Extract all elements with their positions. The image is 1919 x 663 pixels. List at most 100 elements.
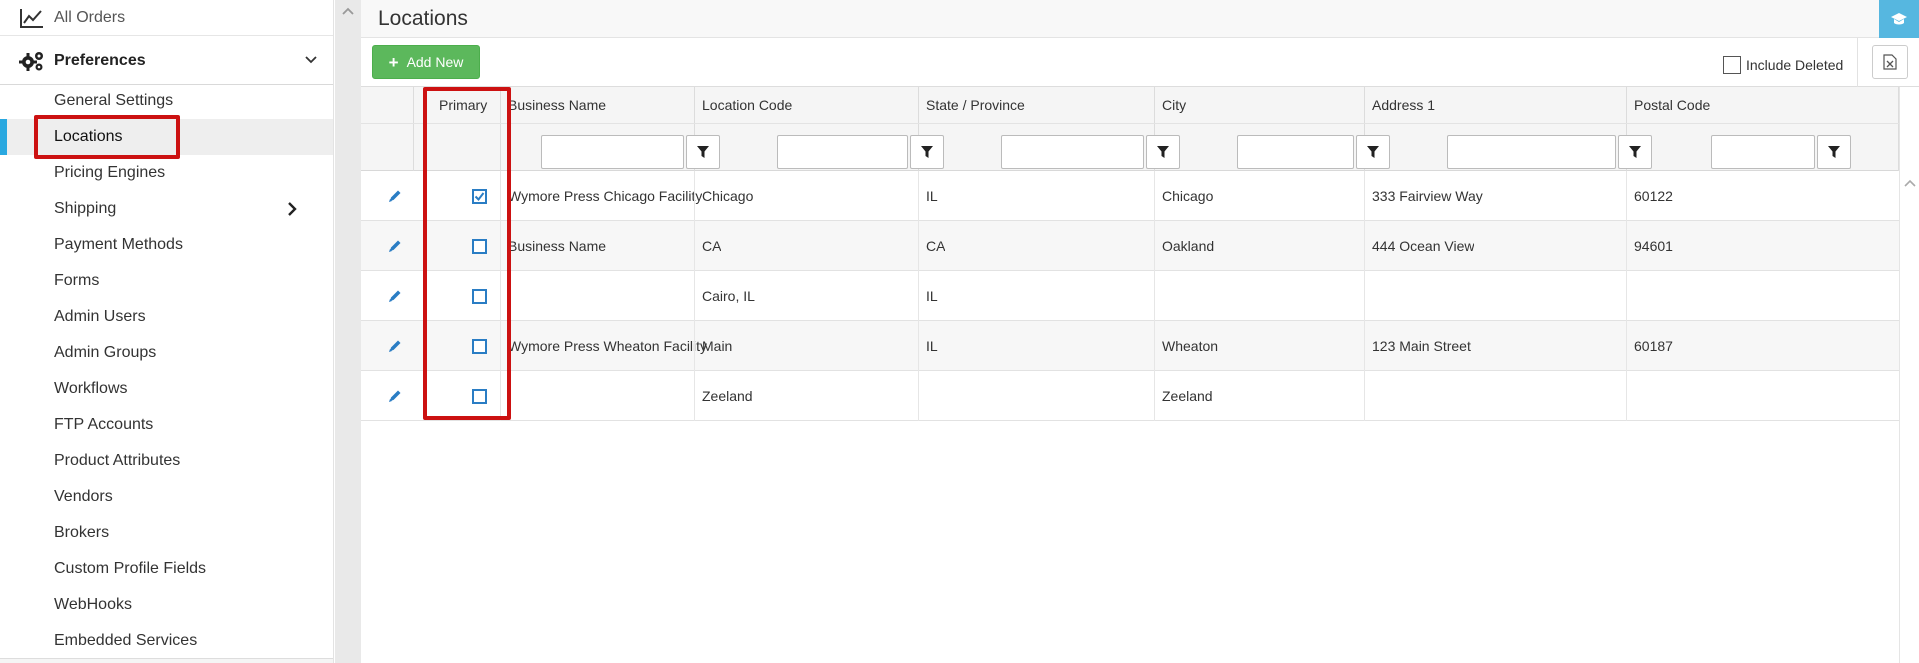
cell-divider xyxy=(1364,221,1365,271)
table-row[interactable]: Cairo, IL IL xyxy=(361,271,1899,321)
cell-divider xyxy=(1626,271,1627,321)
sidebar-item-label: Brokers xyxy=(54,524,110,541)
primary-checkbox[interactable] xyxy=(472,289,487,304)
primary-checkbox[interactable] xyxy=(472,339,487,354)
filter-button-address1[interactable] xyxy=(1618,135,1652,169)
filter-icon xyxy=(1828,146,1840,158)
scroll-up-icon[interactable] xyxy=(1904,179,1916,187)
add-new-button[interactable]: + Add New xyxy=(372,45,480,79)
sidebar-item-label: Shipping xyxy=(54,200,117,217)
include-deleted-toggle[interactable]: Include Deleted xyxy=(1723,56,1843,74)
cell-city: Wheaton xyxy=(1162,338,1219,354)
table-row[interactable]: Zeeland Zeeland xyxy=(361,371,1899,421)
column-header-postal-code[interactable]: Postal Code xyxy=(1626,87,1710,123)
sidebar-item-shipping[interactable]: Shipping xyxy=(0,191,333,227)
toolbar-divider xyxy=(1857,38,1858,87)
pencil-icon[interactable] xyxy=(387,338,403,354)
table-row[interactable]: Business Name CA CA Oakland 444 Ocean Vi… xyxy=(361,221,1899,271)
cell-divider xyxy=(1154,371,1155,421)
filter-input-location-code[interactable] xyxy=(777,135,908,169)
include-deleted-checkbox[interactable] xyxy=(1723,56,1741,74)
sidebar-item-label: General Settings xyxy=(54,92,174,109)
filter-input-postal-code[interactable] xyxy=(1711,135,1815,169)
check-icon xyxy=(474,192,485,202)
sidebar-item-ftp-accounts[interactable]: FTP Accounts xyxy=(0,407,333,443)
column-header-location-code[interactable]: Location Code xyxy=(694,87,792,123)
sidebar-section-preferences[interactable]: Preferences xyxy=(0,37,333,85)
filter-icon xyxy=(921,146,933,158)
sidebar-item-label: Product Attributes xyxy=(54,452,181,469)
sidebar-item-brokers[interactable]: Brokers xyxy=(0,515,333,551)
sidebar-item-webhooks[interactable]: WebHooks xyxy=(0,587,333,623)
cell-divider xyxy=(1154,321,1155,371)
export-excel-button[interactable] xyxy=(1872,45,1908,79)
sidebar-item-label: Pricing Engines xyxy=(54,164,166,181)
cell-divider xyxy=(500,371,501,421)
plus-icon: + xyxy=(388,52,399,72)
primary-checkbox[interactable] xyxy=(472,389,487,404)
cell-postal-code: 60122 xyxy=(1634,188,1673,204)
grid-scrollbar[interactable] xyxy=(1899,87,1919,663)
scroll-up-icon[interactable] xyxy=(341,6,355,16)
primary-checkbox[interactable] xyxy=(472,239,487,254)
table-row[interactable]: Wymore Press Chicago Facility Chicago IL… xyxy=(361,171,1899,221)
filter-icon xyxy=(1629,146,1641,158)
sidebar-item-payment-methods[interactable]: Payment Methods xyxy=(0,227,333,263)
column-header-address1[interactable]: Address 1 xyxy=(1364,87,1435,123)
table-row[interactable]: Wymore Press Wheaton Facility Main IL Wh… xyxy=(361,321,1899,371)
excel-file-icon xyxy=(1883,54,1897,70)
column-header-business-name[interactable]: Business Name xyxy=(500,87,606,123)
help-button[interactable] xyxy=(1879,0,1919,38)
cell-divider xyxy=(1364,271,1365,321)
include-deleted-label: Include Deleted xyxy=(1746,57,1844,73)
sidebar-item-workflows[interactable]: Workflows xyxy=(0,371,333,407)
filter-input-address1[interactable] xyxy=(1447,135,1616,169)
cell-divider xyxy=(918,221,919,271)
filter-row xyxy=(361,123,1899,171)
sidebar-item-label: Locations xyxy=(54,128,123,145)
sidebar-item-custom-profile-fields[interactable]: Custom Profile Fields xyxy=(0,551,333,587)
cell-address1: 333 Fairview Way xyxy=(1372,188,1483,204)
cell-divider xyxy=(1154,221,1155,271)
cell-divider xyxy=(1626,371,1627,421)
sidebar-item-embedded-services[interactable]: Embedded Services xyxy=(0,623,333,659)
cell-divider xyxy=(500,321,501,371)
sidebar-item-label: FTP Accounts xyxy=(54,416,154,433)
sidebar-item-pricing-engines[interactable]: Pricing Engines xyxy=(0,155,333,191)
pencil-icon[interactable] xyxy=(387,188,403,204)
sidebar-item-vendors[interactable]: Vendors xyxy=(0,479,333,515)
sidebar-item-general-settings[interactable]: General Settings xyxy=(0,83,333,119)
cell-location-code: Cairo, IL xyxy=(702,288,755,304)
pencil-icon[interactable] xyxy=(387,238,403,254)
chevron-down-icon xyxy=(305,56,317,64)
cell-city: Zeeland xyxy=(1162,388,1213,404)
filter-input-business-name[interactable] xyxy=(541,135,684,169)
sidebar-item-all-orders[interactable]: All Orders xyxy=(0,0,333,36)
sidebar-item-admin-groups[interactable]: Admin Groups xyxy=(0,335,333,371)
sidebar-item-forms[interactable]: Forms xyxy=(0,263,333,299)
sidebar-item-admin-users[interactable]: Admin Users xyxy=(0,299,333,335)
column-header-primary[interactable]: Primary xyxy=(431,87,487,123)
filter-button-postal-code[interactable] xyxy=(1817,135,1851,169)
cell-business-name: Wymore Press Wheaton Facility xyxy=(508,338,708,354)
sidebar-item-label: Forms xyxy=(54,272,100,289)
sidebar-scrollbar[interactable] xyxy=(335,0,361,663)
line-chart-icon xyxy=(20,8,43,28)
cell-state: IL xyxy=(926,188,938,204)
sidebar-item-label: Admin Users xyxy=(54,308,146,325)
filter-button-state[interactable] xyxy=(1146,135,1180,169)
column-header-state[interactable]: State / Province xyxy=(918,87,1025,123)
sidebar-item-locations[interactable]: Locations xyxy=(0,119,333,155)
cell-address1: 123 Main Street xyxy=(1372,338,1471,354)
primary-checkbox[interactable] xyxy=(472,189,487,204)
filter-input-state[interactable] xyxy=(1001,135,1144,169)
filter-input-city[interactable] xyxy=(1237,135,1354,169)
pencil-icon[interactable] xyxy=(387,288,403,304)
pencil-icon[interactable] xyxy=(387,388,403,404)
page-header: Locations xyxy=(361,0,1919,38)
column-header-city[interactable]: City xyxy=(1154,87,1186,123)
filter-button-location-code[interactable] xyxy=(910,135,944,169)
filter-button-city[interactable] xyxy=(1356,135,1390,169)
sidebar-item-product-attributes[interactable]: Product Attributes xyxy=(0,443,333,479)
filter-button-business-name[interactable] xyxy=(686,135,720,169)
